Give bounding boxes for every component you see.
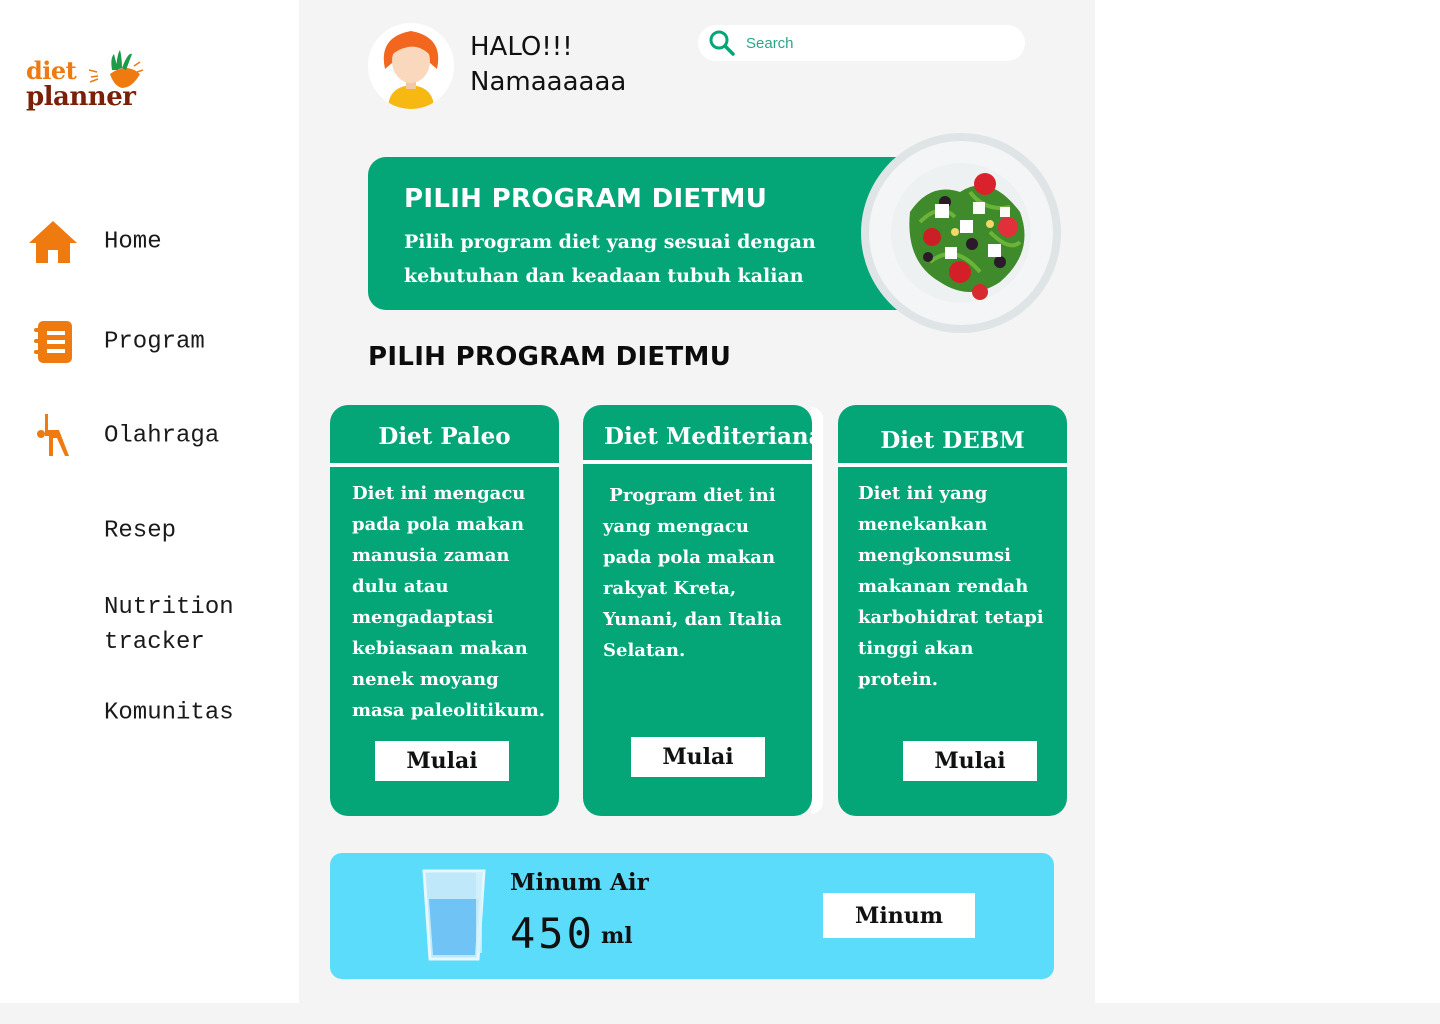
username-text: Namaaaaaa bbox=[470, 67, 627, 97]
program-card-title: Diet Mediteriana bbox=[604, 423, 812, 450]
right-panel bbox=[1095, 0, 1440, 1003]
card-divider bbox=[330, 463, 559, 467]
card-divider bbox=[583, 460, 812, 464]
search-icon bbox=[709, 30, 735, 56]
exercise-icon bbox=[26, 411, 80, 461]
avatar[interactable] bbox=[368, 23, 454, 109]
sidebar-item-program[interactable]: Program bbox=[26, 317, 286, 367]
search-bar[interactable] bbox=[698, 25, 1025, 61]
app-page: diet planner Home Program Olahraga Resep… bbox=[0, 0, 1440, 1024]
program-card-title: Diet Paleo bbox=[378, 423, 511, 450]
logo[interactable]: diet planner bbox=[26, 48, 156, 120]
water-tracker: Minum Air 450 ml Minum bbox=[330, 853, 1054, 979]
card-divider bbox=[838, 463, 1067, 467]
salad-plate-image bbox=[861, 133, 1061, 333]
carrot-icon bbox=[88, 50, 144, 88]
water-unit: ml bbox=[601, 923, 633, 949]
program-card-description: Diet ini yang menekankan mengkonsumsi ma… bbox=[858, 483, 1044, 690]
program-card-paleo: Diet Paleo Diet ini mengacu pada pola ma… bbox=[330, 405, 559, 816]
section-title: PILIH PROGRAM DIETMU bbox=[368, 342, 732, 372]
program-card-description: Diet ini mengacu pada pola makan manusia… bbox=[352, 483, 546, 721]
mulai-button[interactable]: Mulai bbox=[903, 741, 1037, 781]
water-amount: 450 bbox=[510, 909, 595, 958]
banner-title: PILIH PROGRAM DIETMU bbox=[404, 184, 768, 214]
sidebar-item-resep[interactable]: Resep bbox=[26, 506, 286, 556]
sidebar-item-label: Nutrition tracker bbox=[104, 594, 234, 656]
water-glass-icon bbox=[422, 869, 486, 961]
sidebar: diet planner Home Program Olahraga Resep… bbox=[0, 0, 299, 1003]
greeting-text: HALO!!! bbox=[470, 32, 573, 62]
card-shadow bbox=[811, 407, 823, 814]
water-title: Minum Air bbox=[510, 869, 649, 896]
program-card-description: Program diet ini yang mengacu pada pola … bbox=[603, 485, 789, 661]
program-card-debm: Diet DEBM Diet ini yang menekankan mengk… bbox=[838, 405, 1067, 816]
sidebar-item-komunitas[interactable]: Komunitas bbox=[26, 688, 286, 738]
program-card-mediteriana: Diet Mediteriana Program diet ini yang m… bbox=[583, 405, 812, 816]
search-input[interactable] bbox=[746, 31, 1006, 55]
sidebar-item-label: Program bbox=[104, 328, 205, 356]
home-icon bbox=[26, 217, 80, 267]
main-content: HALO!!! Namaaaaaa PILIH PROGRAM DIETMU P… bbox=[299, 0, 1095, 1024]
sidebar-item-home[interactable]: Home bbox=[26, 217, 286, 267]
logo-text-diet: diet bbox=[26, 56, 77, 85]
minum-button[interactable]: Minum bbox=[823, 893, 975, 938]
mulai-button[interactable]: Mulai bbox=[375, 741, 509, 781]
sidebar-item-label: Home bbox=[104, 228, 162, 256]
sidebar-item-label: Olahraga bbox=[104, 422, 220, 450]
program-card-title: Diet DEBM bbox=[880, 427, 1025, 454]
sidebar-item-olahraga[interactable]: Olahraga bbox=[26, 411, 286, 461]
sidebar-item-label: Resep bbox=[104, 517, 177, 545]
notebook-icon bbox=[26, 317, 80, 367]
mulai-button[interactable]: Mulai bbox=[631, 737, 765, 777]
sidebar-item-label: Komunitas bbox=[104, 699, 234, 727]
banner-description: Pilih program diet yang sesuai dengan ke… bbox=[404, 231, 816, 287]
sidebar-item-nutrition-tracker[interactable]: Nutrition tracker bbox=[26, 589, 286, 661]
